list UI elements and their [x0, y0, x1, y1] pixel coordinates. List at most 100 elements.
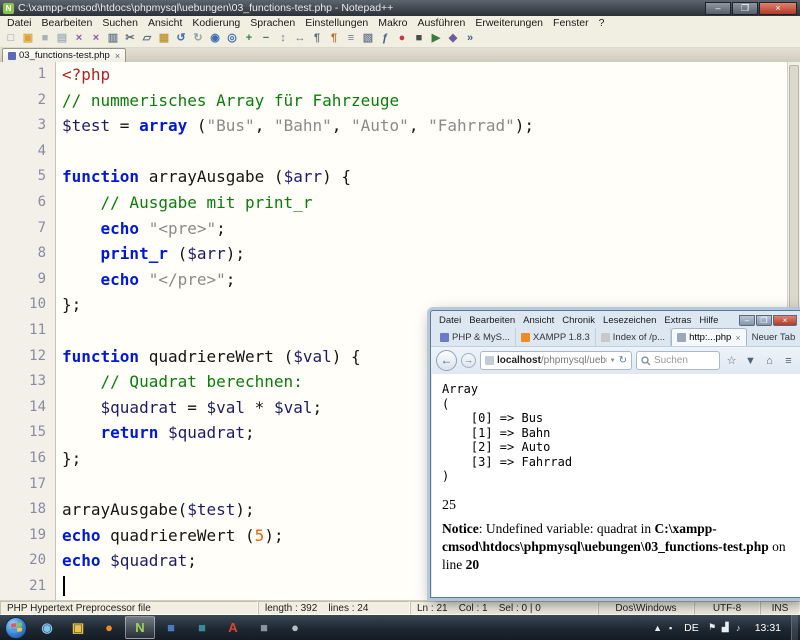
close-button[interactable]: ×	[759, 2, 797, 15]
explorer-icon[interactable]: ▣	[63, 616, 93, 639]
app-icon-gray[interactable]: ●	[280, 616, 310, 639]
taskbar-clock[interactable]: 13:31	[747, 622, 789, 634]
run-macro-icon[interactable]: »	[462, 31, 478, 47]
code-line-4[interactable]	[62, 139, 800, 165]
code-line-5[interactable]: function arrayAusgabe ($arr) {	[62, 164, 800, 190]
app-icon-blue[interactable]: ■	[156, 616, 186, 639]
save-icon[interactable]: ■	[37, 31, 53, 47]
play-macro-icon[interactable]: ▶	[428, 31, 444, 47]
app-icon-teal[interactable]: ■	[187, 616, 217, 639]
new-file-icon[interactable]: □	[3, 31, 19, 47]
cut-icon[interactable]: ✂	[122, 31, 138, 47]
npp-title-bar[interactable]: N C:\xampp-cmsod\htdocs\phpmysql\uebunge…	[0, 0, 800, 16]
code-line-3[interactable]: $test = array ("Bus", "Bahn", "Auto", "F…	[62, 113, 800, 139]
maximize-button[interactable]: ❐	[732, 2, 758, 15]
url-dropdown-icon[interactable]: ▼	[610, 358, 616, 364]
start-button[interactable]	[5, 617, 27, 639]
firefox-icon[interactable]: ●	[94, 616, 124, 639]
zoom-out-icon[interactable]: −	[258, 31, 274, 47]
back-button[interactable]: ←	[436, 350, 457, 371]
file-tab[interactable]: 03_functions-test.php ×	[2, 48, 126, 62]
npp-menu-item[interactable]: Fenster	[548, 17, 594, 29]
menu-icon[interactable]: ≡	[781, 355, 796, 367]
forward-button[interactable]: →	[461, 353, 476, 368]
bookmark-star-icon[interactable]: ☆	[724, 354, 739, 367]
undo-icon[interactable]: ↺	[173, 31, 189, 47]
paste-icon[interactable]: ▦	[156, 31, 172, 47]
npp-menu-item[interactable]: Makro	[373, 17, 412, 29]
tray-expand-icon[interactable]: ▲	[651, 623, 664, 633]
media-player-icon[interactable]: ◉	[32, 616, 62, 639]
browser-tab[interactable]: Index of /p...	[596, 328, 671, 346]
acrobat-reader-icon[interactable]: A	[218, 616, 248, 639]
print-icon[interactable]: ▥	[105, 31, 121, 47]
code-line-6[interactable]: // Ausgabe mit print_r	[62, 190, 800, 216]
close-all-icon[interactable]: ×	[88, 31, 104, 47]
indent-guide-icon[interactable]: ≡	[343, 31, 359, 47]
copy-icon[interactable]: ▱	[139, 31, 155, 47]
sync-vertical-icon[interactable]: ↕	[275, 31, 291, 47]
npp-menu-item[interactable]: Kodierung	[187, 17, 245, 29]
minimize-button[interactable]: –	[705, 2, 731, 15]
save-macro-icon[interactable]: ◆	[445, 31, 461, 47]
npp-menu-item[interactable]: Erweiterungen	[470, 17, 548, 29]
minimize-button[interactable]: –	[739, 315, 755, 326]
code-line-1[interactable]: <?php	[62, 62, 800, 88]
code-line-9[interactable]: echo "</pre>";	[62, 267, 800, 293]
browser-tab[interactable]: http:...php×	[671, 328, 747, 346]
search-bar[interactable]: Suchen	[636, 351, 720, 370]
npp-menu-item[interactable]: Bearbeiten	[37, 17, 98, 29]
tab-close-icon[interactable]: ×	[734, 333, 740, 343]
reload-icon[interactable]: ↻	[619, 355, 627, 366]
tray-app-icon[interactable]: ▪	[664, 623, 677, 633]
function-list-icon[interactable]: ƒ	[377, 31, 393, 47]
redo-icon[interactable]: ↻	[190, 31, 206, 47]
volume-icon[interactable]: ♪	[732, 623, 745, 633]
firefox-menu-item[interactable]: Hilfe	[695, 315, 722, 326]
firefox-menu-item[interactable]: Lesezeichen	[599, 315, 660, 326]
browser-tab[interactable]: PHP & MyS...	[435, 328, 516, 346]
browser-tab[interactable]: XAMPP 1.8.3	[516, 328, 596, 346]
firefox-title-bar[interactable]: DateiBearbeitenAnsichtChronikLesezeichen…	[431, 311, 800, 328]
find-icon[interactable]: ◉	[207, 31, 223, 47]
notepad-plus-plus-icon[interactable]: N	[125, 616, 155, 639]
home-icon[interactable]: ⌂	[762, 355, 777, 367]
npp-menu-item[interactable]: Ausführen	[412, 17, 470, 29]
npp-menu-item[interactable]: Sprachen	[245, 17, 300, 29]
record-macro-icon[interactable]: ●	[394, 31, 410, 47]
code-line-2[interactable]: // nummerisches Array für Fahrzeuge	[62, 88, 800, 114]
firefox-menu-item[interactable]: Bearbeiten	[465, 315, 519, 326]
url-bar[interactable]: localhost/phpmysql/uebungen/03 ▼ ↻	[480, 351, 632, 370]
npp-menu-item[interactable]: Einstellungen	[300, 17, 373, 29]
sync-horizontal-icon[interactable]: ↔	[292, 31, 308, 47]
close-button[interactable]: ×	[773, 315, 797, 326]
firefox-menu-item[interactable]: Datei	[435, 315, 465, 326]
firefox-menu-item[interactable]: Chronik	[558, 315, 599, 326]
code-line-8[interactable]: print_r ($arr);	[62, 241, 800, 267]
save-all-icon[interactable]: ▤	[54, 31, 70, 47]
zoom-in-icon[interactable]: +	[241, 31, 257, 47]
show-desktop-button[interactable]	[791, 615, 798, 640]
show-all-chars-icon[interactable]: ¶	[326, 31, 342, 47]
stop-macro-icon[interactable]: ■	[411, 31, 427, 47]
npp-menu-item[interactable]: Datei	[2, 17, 37, 29]
close-file-icon[interactable]: ×	[71, 31, 87, 47]
app-icon-slate[interactable]: ■	[249, 616, 279, 639]
action-center-flag-icon[interactable]: ⚑	[706, 622, 719, 633]
maximize-button[interactable]: ❐	[756, 315, 772, 326]
npp-menu-item[interactable]: Ansicht	[143, 17, 187, 29]
word-wrap-icon[interactable]: ¶	[309, 31, 325, 47]
replace-icon[interactable]: ◎	[224, 31, 240, 47]
code-line-7[interactable]: echo "<pre>";	[62, 216, 800, 242]
browser-tab[interactable]: Neuer Tab	[747, 328, 800, 346]
firefox-menu-item[interactable]: Ansicht	[519, 315, 558, 326]
downloads-icon[interactable]: ▼	[743, 355, 758, 367]
doc-map-icon[interactable]: ▧	[360, 31, 376, 47]
tab-close-icon[interactable]: ×	[113, 51, 120, 61]
npp-menu-item[interactable]: Suchen	[97, 17, 143, 29]
open-folder-icon[interactable]: ▣	[20, 31, 36, 47]
language-indicator[interactable]: DE	[679, 622, 704, 634]
npp-menu-item[interactable]: ?	[594, 17, 610, 29]
firefox-menu-item[interactable]: Extras	[660, 315, 695, 326]
network-icon[interactable]: ▟	[719, 622, 732, 633]
